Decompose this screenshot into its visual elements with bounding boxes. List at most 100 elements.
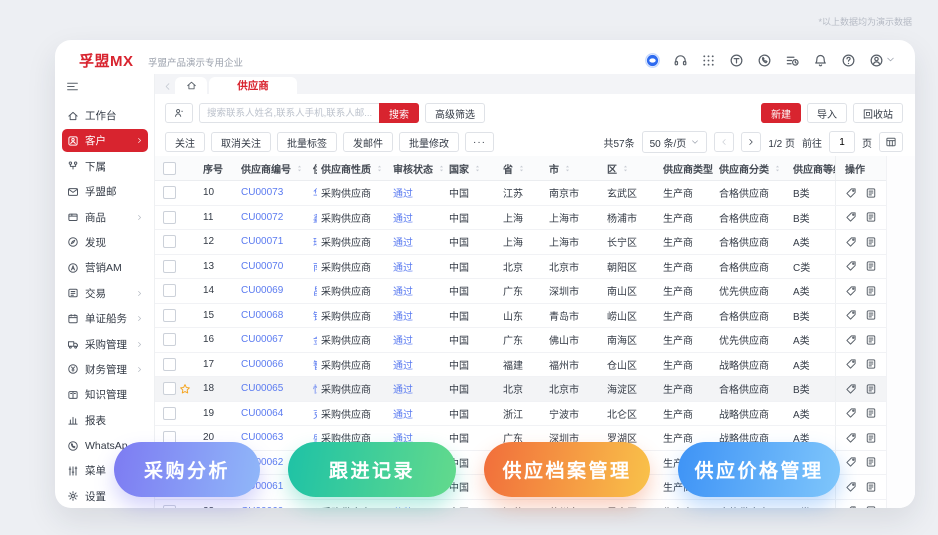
history-list-icon[interactable] (785, 53, 800, 68)
search-button[interactable]: 搜索 (379, 103, 419, 123)
detail-icon[interactable] (865, 236, 877, 248)
user-avatar-icon[interactable] (869, 51, 895, 69)
column-header[interactable]: 国家 (445, 161, 499, 176)
tag-icon[interactable] (845, 505, 857, 508)
supplier-name-link[interactable]: 瑞昌盛业制造公司 (309, 234, 317, 249)
sidebar-item-workbench[interactable]: 工作台 (62, 104, 148, 127)
tag-icon[interactable] (845, 358, 857, 370)
supplier-code-link[interactable]: CU00071 (237, 236, 309, 247)
sort-icon[interactable] (375, 163, 384, 174)
sidebar-item-reports[interactable]: 报表 (62, 409, 148, 432)
goto-page-input[interactable] (829, 131, 855, 153)
bulk-more-button[interactable]: ··· (465, 132, 494, 152)
table-row[interactable]: 11 CU00072 鑫源宏图实业集团 采购供应商 通过 中国 上海 上海市 杨… (155, 205, 896, 230)
column-header[interactable]: 供应商名称 (309, 161, 317, 176)
row-checkbox[interactable] (163, 333, 176, 347)
supplier-code-link[interactable]: CU00060 (237, 506, 309, 508)
supplier-code-link[interactable]: CU00073 (237, 187, 309, 198)
assistant-avatar-icon[interactable] (645, 52, 660, 68)
tag-icon[interactable] (845, 407, 857, 419)
bulk-button-2[interactable]: 批量标签 (277, 132, 337, 152)
supply-archive-management-pill[interactable]: 供应档案管理 (484, 442, 650, 497)
bulk-button-0[interactable]: 关注 (165, 132, 205, 152)
supplier-code-link[interactable]: CU00069 (237, 285, 309, 296)
row-checkbox[interactable] (163, 357, 176, 371)
detail-icon[interactable] (865, 383, 877, 395)
row-checkbox[interactable] (163, 186, 176, 200)
supplier-name-link[interactable]: 鑫源宏图实业集团 (309, 210, 317, 225)
tag-icon[interactable] (845, 285, 857, 297)
tab-suppliers[interactable]: 供应商 (209, 77, 297, 94)
supplier-code-link[interactable]: CU00072 (237, 212, 309, 223)
tag-icon[interactable] (845, 187, 857, 199)
bulk-button-1[interactable]: 取消关注 (211, 132, 271, 152)
tag-icon[interactable] (845, 236, 857, 248)
apps-grid-icon[interactable] (701, 53, 716, 68)
column-header[interactable]: 供应商编号 (237, 161, 309, 176)
column-header[interactable]: 供应商性质 (317, 161, 389, 176)
tab-back-button[interactable] (159, 78, 175, 94)
detail-icon[interactable] (865, 334, 877, 346)
sidebar-item-knowledge[interactable]: 知识管理 (62, 383, 148, 406)
sort-icon[interactable] (437, 163, 445, 174)
tag-icon[interactable] (845, 309, 857, 321)
advanced-filter-button[interactable]: 高级筛选 (425, 103, 485, 123)
notification-bell-icon[interactable] (813, 53, 828, 68)
supplier-name-link[interactable]: 昌隆科技实业发展... (309, 283, 317, 298)
sort-icon[interactable] (473, 163, 482, 174)
table-row[interactable]: 10 CU00073 华峰创新实业有限... 采购供应商 通过 中国 江苏 南京… (155, 181, 896, 206)
supplier-code-link[interactable]: CU00064 (237, 408, 309, 419)
supplier-name-link[interactable]: 恒瑞基业制造有限... (309, 381, 317, 396)
supplier-name-link[interactable]: 锦程实业股份公司 (309, 308, 317, 323)
row-checkbox[interactable] (163, 308, 176, 322)
headset-icon[interactable] (673, 53, 688, 68)
page-size-select[interactable]: 50 条/页 (641, 131, 708, 153)
home-tab[interactable] (175, 77, 207, 94)
table-row[interactable]: 12 CU00071 瑞昌盛业制造公司 采购供应商 通过 中国 上海 上海市 长… (155, 230, 896, 255)
sidebar-item-procurement[interactable]: 采购管理 (62, 333, 148, 356)
table-row[interactable]: 18 CU00065 恒瑞基业制造有限... 采购供应商 通过 中国 北京 北京… (155, 377, 896, 402)
table-scrollbar[interactable] (886, 156, 915, 508)
sidebar-item-fumeng-mail[interactable]: 孚盟邮 (62, 180, 148, 203)
detail-icon[interactable] (865, 505, 877, 508)
table-row[interactable]: 19 CU00064 克里斯有限公司 采购供应商 通过 中国 浙江 宁波市 北仑… (155, 401, 896, 426)
row-checkbox[interactable] (163, 259, 176, 273)
sort-icon[interactable] (621, 163, 630, 174)
supplier-name-link[interactable]: 南京鑫三科技有限... (309, 259, 317, 274)
row-checkbox[interactable] (163, 235, 176, 249)
recycle-bin-button[interactable]: 回收站 (853, 103, 903, 123)
sidebar-item-shipping-docs[interactable]: 单证船务 (62, 307, 148, 330)
supplier-code-link[interactable]: CU00066 (237, 359, 309, 370)
tag-icon[interactable] (845, 260, 857, 272)
column-header[interactable]: 区 (603, 161, 659, 176)
sidebar-item-customers[interactable]: 客户 (62, 129, 148, 153)
column-header[interactable]: 供应商分类 (715, 161, 789, 176)
whatsapp-icon[interactable] (757, 53, 772, 68)
tag-icon[interactable] (845, 481, 857, 493)
star-icon[interactable] (179, 383, 191, 395)
detail-icon[interactable] (865, 285, 877, 297)
contact-filter-button[interactable] (165, 103, 193, 123)
detail-icon[interactable] (865, 481, 877, 493)
supplier-name-link[interactable]: 克里斯有限公司 (309, 406, 317, 421)
new-button[interactable]: 新建 (761, 103, 801, 123)
tag-icon[interactable] (845, 432, 857, 444)
sort-icon[interactable] (295, 163, 304, 174)
detail-icon[interactable] (865, 456, 877, 468)
table-row[interactable]: 17 CU00066 智恒基业科技实业 采购供应商 通过 中国 福建 福州市 仓… (155, 352, 896, 377)
tag-icon[interactable] (845, 211, 857, 223)
tag-icon[interactable] (845, 334, 857, 346)
row-checkbox[interactable] (163, 406, 176, 420)
prev-page-button[interactable] (714, 132, 735, 152)
sidebar-item-subordinates[interactable]: 下属 (62, 155, 148, 178)
detail-icon[interactable] (865, 358, 877, 370)
row-checkbox[interactable] (163, 382, 176, 396)
next-page-button[interactable] (741, 132, 762, 152)
table-row[interactable]: 23 CU00060 鑫源卓越制造有限 采购供应商 草稿 中国 江苏 苏州市 吴… (155, 499, 887, 508)
column-header[interactable]: 省 (499, 161, 545, 176)
column-settings-button[interactable] (879, 132, 903, 152)
detail-icon[interactable] (865, 407, 877, 419)
row-checkbox[interactable] (163, 504, 176, 508)
supplier-code-link[interactable]: CU00065 (237, 383, 309, 394)
t-badge-icon[interactable] (729, 53, 744, 68)
